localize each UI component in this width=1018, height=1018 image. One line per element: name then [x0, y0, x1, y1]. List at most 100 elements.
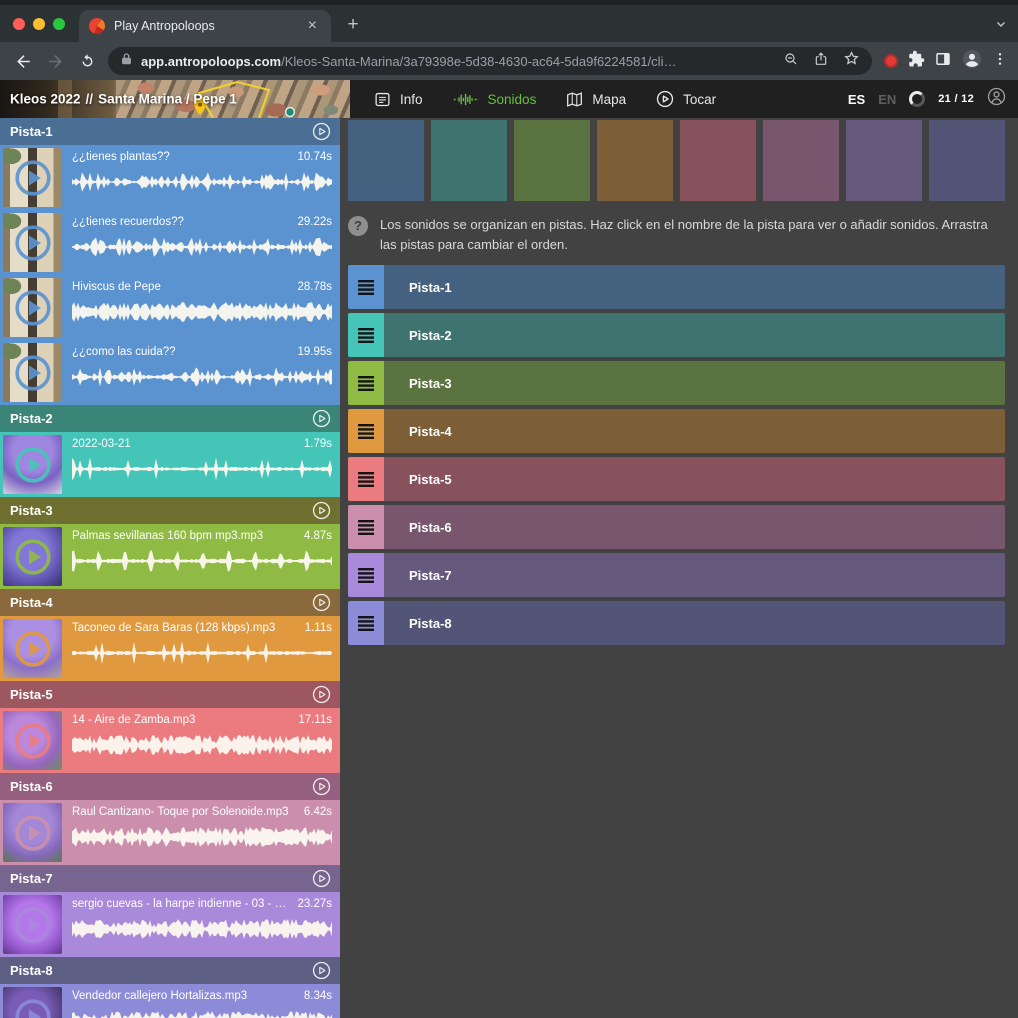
drag-handle[interactable]	[348, 265, 384, 309]
clip-waveform[interactable]	[72, 299, 332, 325]
track-play-button[interactable]	[312, 961, 331, 980]
clip-play-button[interactable]	[13, 721, 53, 761]
track-row[interactable]: Pista-1	[348, 265, 1005, 309]
clip-thumbnail[interactable]	[3, 343, 62, 402]
clip-waveform[interactable]	[72, 916, 332, 942]
audio-clip[interactable]: Hiviscus de Pepe 28.78s	[0, 275, 340, 340]
audio-clip[interactable]: sergio cuevas - la harpe indienne - 03 -…	[0, 892, 340, 957]
zoom-level-icon[interactable]	[783, 51, 799, 72]
drag-handle[interactable]	[348, 409, 384, 453]
clip-thumbnail[interactable]	[3, 987, 62, 1018]
clip-play-button[interactable]	[13, 288, 53, 328]
clip-play-button[interactable]	[13, 353, 53, 393]
minimize-window-button[interactable]	[33, 18, 45, 30]
audio-clip[interactable]: 14 - Aire de Zamba.mp3 17.11s	[0, 708, 340, 773]
track-row-bar[interactable]: Pista-8	[384, 601, 1005, 645]
tab-search-chevron-icon[interactable]	[994, 17, 1008, 36]
clip-thumbnail[interactable]	[3, 527, 62, 586]
track-row-bar[interactable]: Pista-2	[384, 313, 1005, 357]
browser-tab[interactable]: Play Antropoloops ×	[79, 10, 331, 42]
clip-waveform[interactable]	[72, 456, 332, 482]
sidebar-track-header[interactable]: Pista-2	[0, 405, 340, 432]
drag-handle[interactable]	[348, 601, 384, 645]
track-row[interactable]: Pista-8	[348, 601, 1005, 645]
audio-clip[interactable]: Palmas sevillanas 160 bpm mp3.mp3 4.87s	[0, 524, 340, 589]
share-icon[interactable]	[813, 51, 829, 72]
nav-item-mapa[interactable]: Mapa	[566, 91, 626, 108]
sidebar-track-header[interactable]: Pista-8	[0, 957, 340, 984]
track-play-button[interactable]	[312, 777, 331, 796]
track-row-bar[interactable]: Pista-1	[384, 265, 1005, 309]
sidebar-track-header[interactable]: Pista-4	[0, 589, 340, 616]
track-play-button[interactable]	[312, 593, 331, 612]
audio-clip[interactable]: 2022-03-21 1.79s	[0, 432, 340, 497]
audio-clip[interactable]: Taconeo de Sara Baras (128 kbps).mp3 1.1…	[0, 616, 340, 681]
bookmark-star-icon[interactable]	[843, 50, 860, 72]
browser-profile-avatar[interactable]	[961, 48, 983, 75]
clip-play-button[interactable]	[13, 997, 53, 1018]
clip-thumbnail[interactable]	[3, 213, 62, 272]
clip-thumbnail[interactable]	[3, 148, 62, 207]
reload-button[interactable]	[72, 46, 102, 76]
audio-clip[interactable]: Raul Cantizano- Toque por Solenoide.mp3 …	[0, 800, 340, 865]
forward-button[interactable]	[40, 46, 70, 76]
clip-waveform[interactable]	[72, 234, 332, 260]
drag-handle[interactable]	[348, 457, 384, 501]
account-icon[interactable]	[987, 87, 1006, 111]
audio-clip[interactable]: Vendedor callejero Hortalizas.mp3 8.34s	[0, 984, 340, 1018]
tab-close-icon[interactable]: ×	[304, 16, 321, 36]
nav-item-tocar[interactable]: Tocar	[656, 90, 716, 108]
breadcrumb[interactable]: Kleos 2022//Santa Marina / Pepe 1	[0, 80, 350, 118]
recording-extension-icon[interactable]	[884, 54, 898, 68]
clip-thumbnail[interactable]	[3, 803, 62, 862]
close-window-button[interactable]	[13, 18, 25, 30]
clip-thumbnail[interactable]	[3, 619, 62, 678]
clip-thumbnail[interactable]	[3, 711, 62, 770]
new-tab-button[interactable]: +	[339, 11, 367, 39]
track-row-bar[interactable]: Pista-3	[384, 361, 1005, 405]
track-row-bar[interactable]: Pista-5	[384, 457, 1005, 501]
clip-play-button[interactable]	[13, 445, 53, 485]
lang-en-button[interactable]: EN	[878, 92, 896, 107]
drag-handle[interactable]	[348, 313, 384, 357]
track-play-button[interactable]	[312, 409, 331, 428]
track-row[interactable]: Pista-3	[348, 361, 1005, 405]
nav-item-sonidos[interactable]: Sonidos	[453, 92, 537, 107]
side-panel-icon[interactable]	[934, 50, 952, 73]
clip-play-button[interactable]	[13, 158, 53, 198]
track-row[interactable]: Pista-4	[348, 409, 1005, 453]
track-row-bar[interactable]: Pista-7	[384, 553, 1005, 597]
url-bar[interactable]: app.antropoloops.com/Kleos-Santa-Marina/…	[108, 47, 872, 75]
browser-menu-kebab-icon[interactable]	[992, 51, 1008, 72]
clip-waveform[interactable]	[72, 1008, 332, 1018]
track-row[interactable]: Pista-7	[348, 553, 1005, 597]
sidebar-track-header[interactable]: Pista-6	[0, 773, 340, 800]
clip-thumbnail[interactable]	[3, 278, 62, 337]
track-row[interactable]: Pista-5	[348, 457, 1005, 501]
back-button[interactable]	[8, 46, 38, 76]
clip-waveform[interactable]	[72, 732, 332, 758]
sidebar-track-header[interactable]: Pista-5	[0, 681, 340, 708]
audio-clip[interactable]: ¿¿como las cuida?? 19.95s	[0, 340, 340, 405]
clip-play-button[interactable]	[13, 223, 53, 263]
clip-waveform[interactable]	[72, 548, 332, 574]
clip-play-button[interactable]	[13, 537, 53, 577]
sidebar-track-header[interactable]: Pista-3	[0, 497, 340, 524]
sidebar-track-header[interactable]: Pista-7	[0, 865, 340, 892]
track-row[interactable]: Pista-2	[348, 313, 1005, 357]
clip-waveform[interactable]	[72, 824, 332, 850]
clip-thumbnail[interactable]	[3, 435, 62, 494]
track-play-button[interactable]	[312, 869, 331, 888]
track-row-bar[interactable]: Pista-4	[384, 409, 1005, 453]
track-row-bar[interactable]: Pista-6	[384, 505, 1005, 549]
clip-waveform[interactable]	[72, 169, 332, 195]
drag-handle[interactable]	[348, 361, 384, 405]
breadcrumb-item[interactable]: Santa Marina / Pepe 1	[98, 92, 237, 107]
clip-thumbnail[interactable]	[3, 895, 62, 954]
track-row[interactable]: Pista-6	[348, 505, 1005, 549]
audio-clip[interactable]: ¿¿tienes recuerdos?? 29.22s	[0, 210, 340, 275]
sidebar-track-header[interactable]: Pista-1	[0, 118, 340, 145]
track-play-button[interactable]	[312, 685, 331, 704]
clip-play-button[interactable]	[13, 905, 53, 945]
track-play-button[interactable]	[312, 122, 331, 141]
